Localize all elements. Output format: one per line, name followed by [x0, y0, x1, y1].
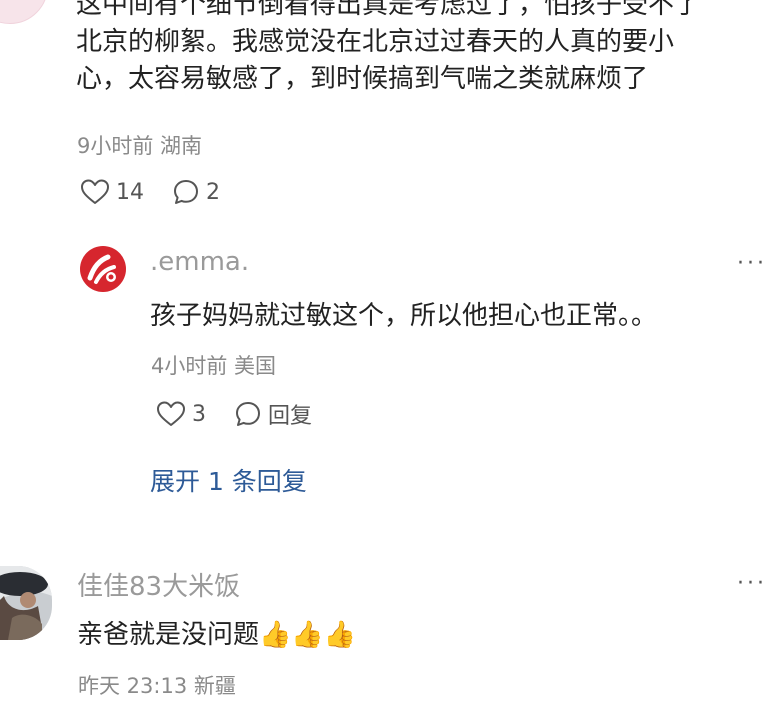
avatar[interactable] — [78, 244, 128, 294]
comment-text: 亲爸就是没问题👍👍👍 — [77, 620, 357, 650]
reply-username[interactable]: .emma. — [150, 247, 249, 277]
comment-actions: 14 2 — [80, 178, 220, 206]
more-options-button[interactable]: ··· — [737, 573, 767, 595]
comment-meta: 9小时前 湖南 — [77, 134, 203, 158]
reply-button[interactable]: 回复 — [234, 398, 312, 430]
like-button[interactable]: 3 — [156, 400, 206, 428]
more-options-button[interactable]: ··· — [737, 253, 767, 275]
reply-count: 2 — [206, 179, 220, 205]
reply-meta: 4小时前 美国 — [151, 354, 277, 378]
comment-body: 这中间有个细节倒看得出真是考虑过了，怕孩子受不了 北京的柳絮。我感觉没在北京过过… — [76, 0, 775, 98]
speech-bubble-icon — [236, 402, 260, 426]
reply-button[interactable]: 2 — [172, 178, 220, 206]
like-button[interactable]: 14 — [80, 178, 144, 206]
expand-replies-link[interactable]: 展开 1 条回复 — [150, 462, 307, 498]
avatar[interactable] — [0, 566, 52, 640]
heart-outline-icon — [81, 179, 109, 204]
comment-meta: 昨天 23:13 新疆 — [78, 674, 236, 698]
like-count: 14 — [116, 179, 144, 205]
comment-text-line: 心，太容易敏感了，到时候搞到气喘之类就麻烦了 — [76, 64, 649, 94]
speech-bubble-icon — [174, 180, 198, 204]
avatar[interactable] — [0, 0, 48, 24]
comment-username[interactable]: 佳佳83大米饭 — [77, 566, 240, 603]
heart-outline-icon — [157, 401, 185, 426]
brand-logo-avatar — [80, 246, 126, 292]
reply-text: 孩子妈妈就过敏这个，所以他担心也正常。。 — [150, 301, 658, 331]
user-photo-avatar — [0, 566, 52, 640]
reply-actions: 3 回复 — [156, 398, 312, 430]
comment-text-line: 北京的柳絮。我感觉没在北京过过春天的人真的要小 — [76, 27, 675, 57]
reply-label: 回复 — [268, 404, 313, 429]
like-count: 3 — [192, 401, 206, 427]
comment-text-line: 这中间有个细节倒看得出真是考虑过了，怕孩子受不了 — [76, 0, 701, 20]
